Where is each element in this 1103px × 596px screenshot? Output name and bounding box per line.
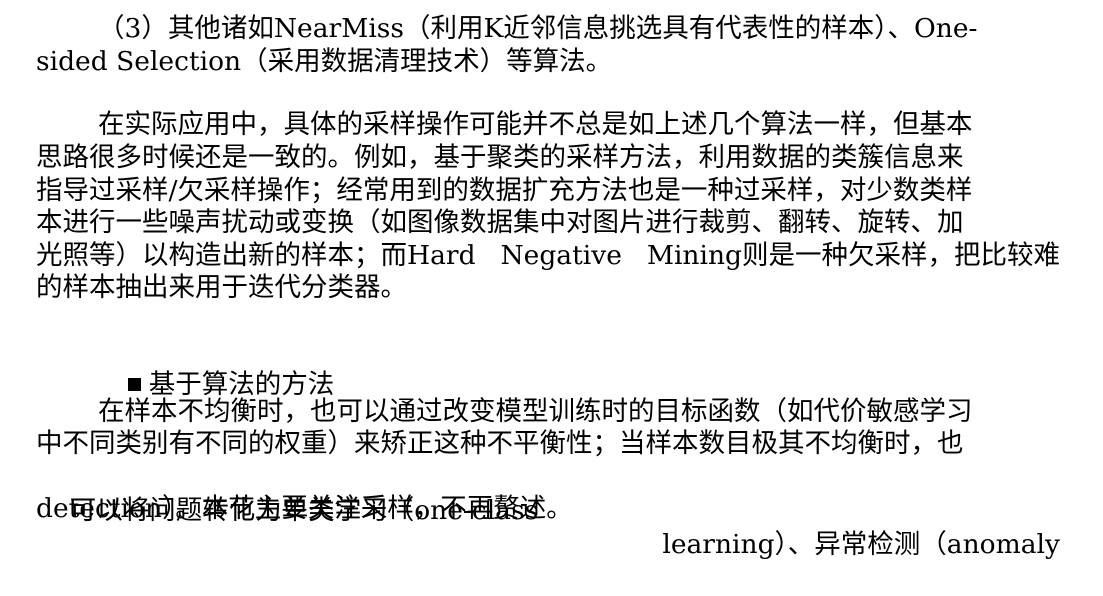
paragraph-1-line-1: （3）其他诸如NearMiss（利用K近邻信息挑选具有代表性的样本）、One- bbox=[98, 13, 978, 44]
paragraph-3-line-3-part-2: learning）、异常检测（anomaly bbox=[662, 529, 1060, 560]
paragraph-3-line-2: 中不同类别有不同的权重）来矫正这种不平衡性；当样本数目极其不均衡时，也 bbox=[36, 428, 964, 459]
paragraph-3-line-4: detection）。本节主要关注采样，不再赘述。 bbox=[36, 493, 573, 524]
paragraph-2-line-1: 在实际应用中，具体的采样操作可能并不总是如上述几个算法一样，但基本 bbox=[98, 109, 973, 140]
paragraph-2-line-5-part-3: Mining则是一种欠采样，把比较难 bbox=[646, 240, 1060, 271]
paragraph-1-line-2: sided Selection（采用数据清理技术）等算法。 bbox=[36, 46, 613, 77]
paragraph-3-line-3: 可以将问题转化为单类学习（one-class learning）、异常检测（an… bbox=[36, 460, 1060, 560]
paragraph-2-line-5: 光照等）以构造出新的样本；而Hard Negative Mining则是一种欠采… bbox=[36, 239, 1060, 273]
paragraph-2-line-4: 本进行一些噪声扰动或变换（如图像数据集中对图片进行裁剪、翻转、旋转、加 bbox=[36, 207, 964, 238]
square-bullet-icon bbox=[127, 377, 141, 391]
paragraph-3-line-1: 在样本不均衡时，也可以通过改变模型训练时的目标函数（如代价敏感学习 bbox=[98, 396, 973, 427]
paragraph-2-line-2: 思路很多时候还是一致的。例如，基于聚类的采样方法，利用数据的类簇信息来 bbox=[36, 142, 964, 173]
paragraph-2-line-3: 指导过采样/欠采样操作；经常用到的数据扩充方法也是一种过采样，对少数类样 bbox=[36, 175, 973, 206]
section-heading: 基于算法的方法 bbox=[94, 334, 334, 400]
paragraph-2-line-6: 的样本抽出来用于迭代分类器。 bbox=[36, 272, 407, 303]
paragraph-2-line-5-part-2: Negative bbox=[500, 240, 622, 271]
paragraph-2-line-5-part-1: 光照等）以构造出新的样本；而Hard bbox=[36, 240, 476, 271]
